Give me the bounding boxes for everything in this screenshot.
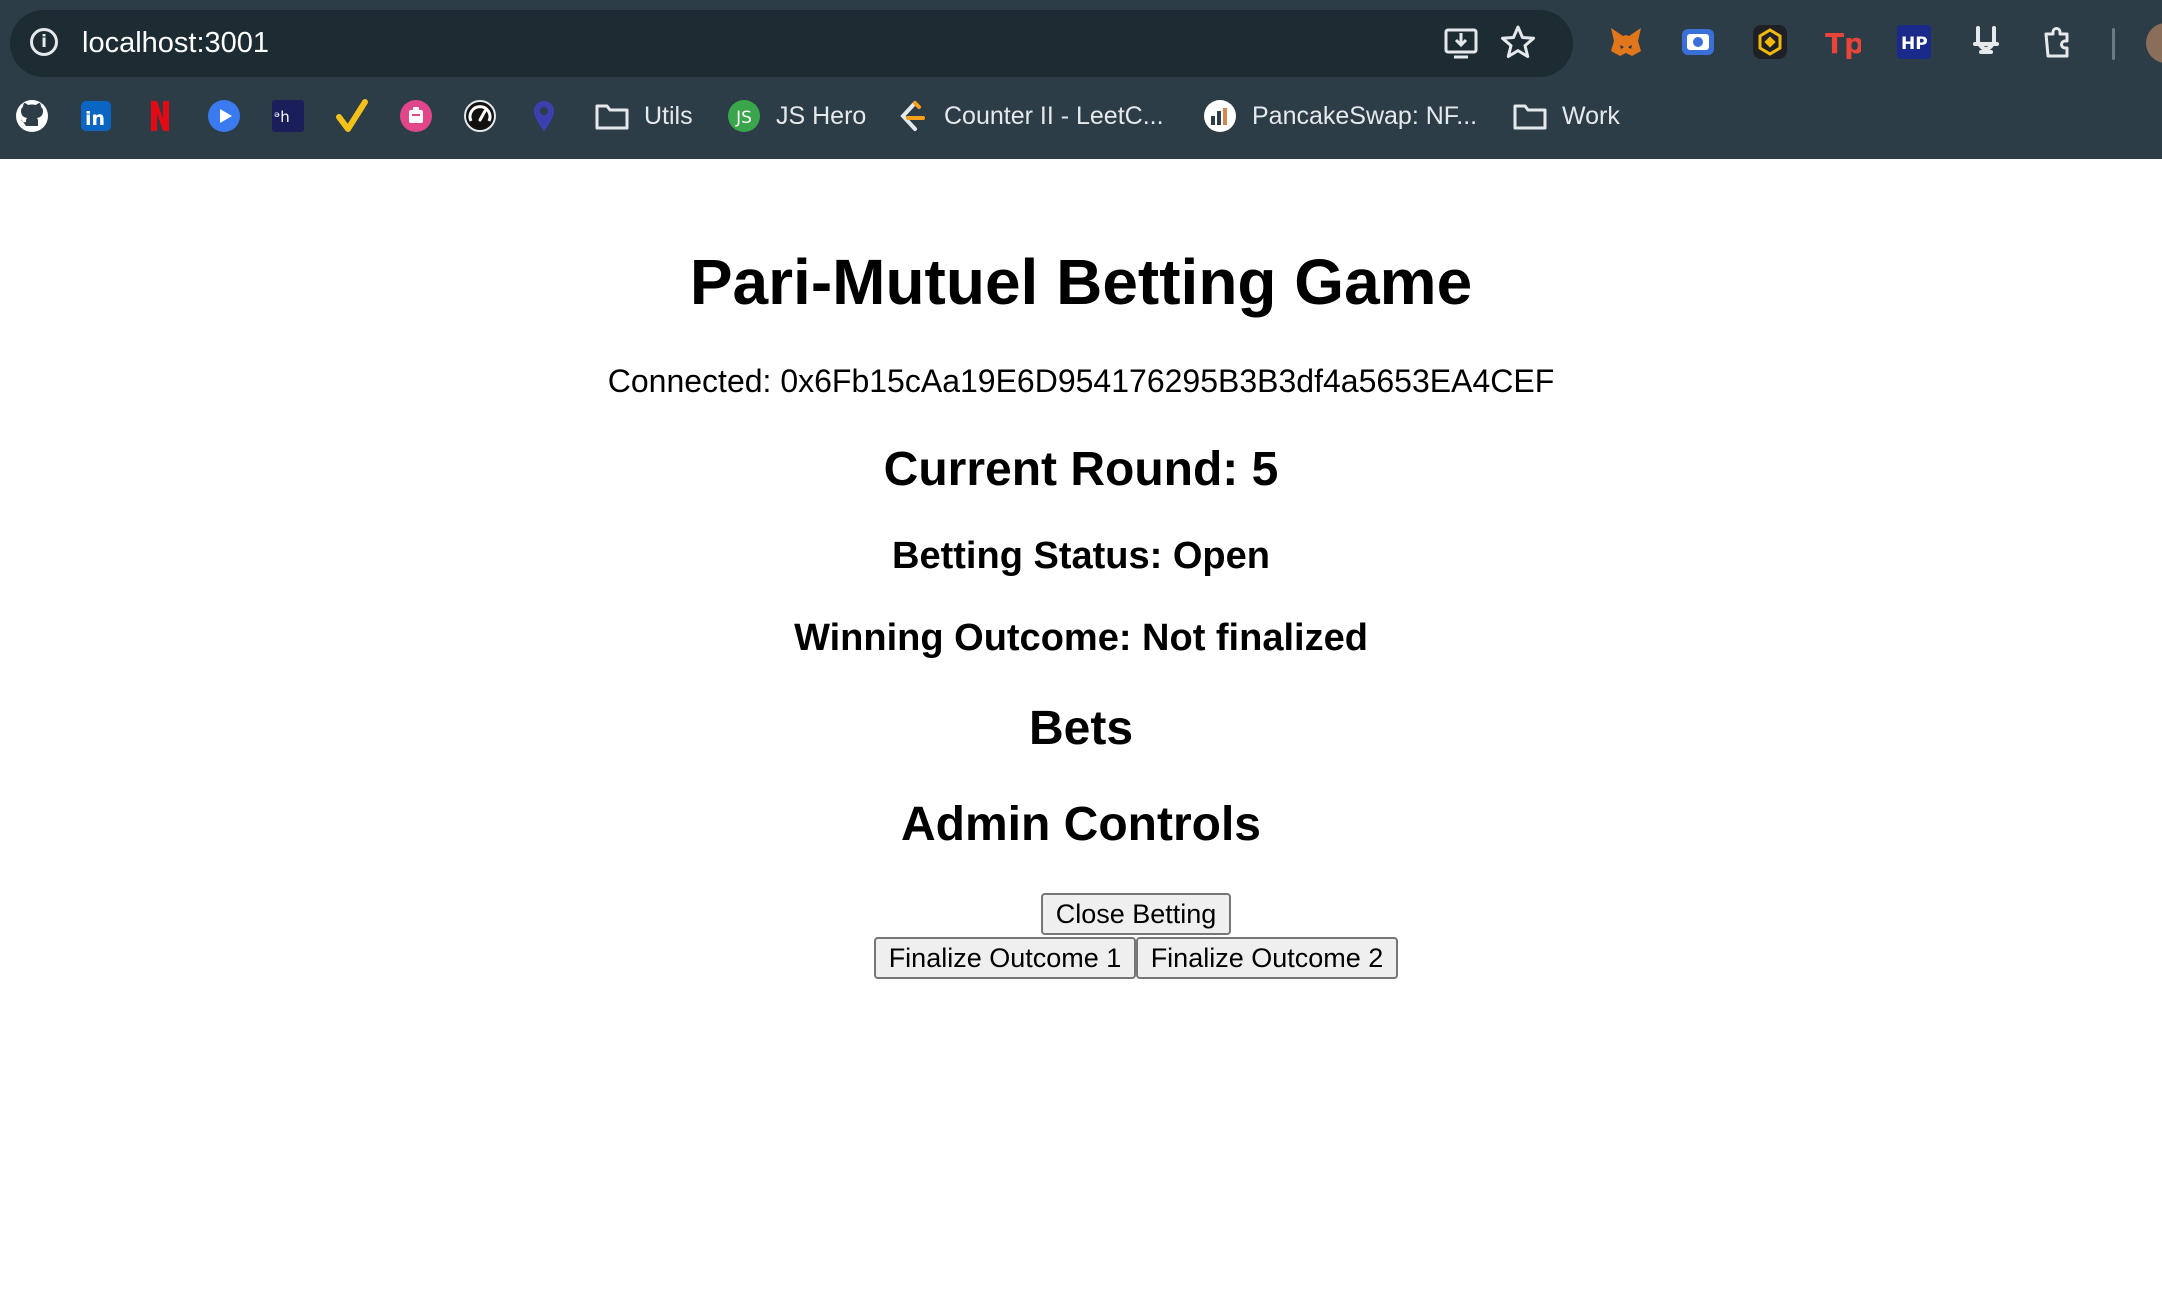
bookmark-label: Counter II - LeetC... bbox=[944, 101, 1164, 130]
check-icon[interactable] bbox=[334, 98, 370, 134]
pancakeswap-icon bbox=[1202, 98, 1238, 134]
browser-chrome: i localhost:3001 Tp HP in ᵊh Utils JS JS… bbox=[0, 0, 2162, 159]
page-title: Pari-Mutuel Betting Game bbox=[689, 246, 1473, 318]
folder-icon bbox=[594, 98, 630, 134]
netflix-icon[interactable] bbox=[142, 98, 178, 134]
linkedin-icon[interactable]: in bbox=[78, 98, 114, 134]
bookmark-leetcode[interactable]: Counter II - LeetC... bbox=[894, 96, 1164, 136]
clipboard-icon[interactable] bbox=[398, 98, 434, 134]
connected-account: Connected: 0x6Fb15cAa19E6D954176295B3B3d… bbox=[607, 363, 1555, 399]
extensions-puzzle-icon[interactable] bbox=[2038, 22, 2078, 62]
svg-text:in: in bbox=[85, 108, 105, 130]
dh-icon[interactable]: ᵊh bbox=[270, 98, 306, 134]
profile-avatar[interactable] bbox=[2146, 23, 2162, 63]
bookmark-js-hero[interactable]: JS JS Hero bbox=[726, 96, 866, 136]
bookmark-utils[interactable]: Utils bbox=[594, 96, 693, 136]
browser-toolbar: i localhost:3001 Tp HP bbox=[0, 0, 2162, 86]
bookmark-pancakeswap[interactable]: PancakeSwap: NF... bbox=[1202, 96, 1477, 136]
bookmark-work[interactable]: Work bbox=[1512, 96, 1620, 136]
winning-outcome: Winning Outcome: Not finalized bbox=[794, 617, 1368, 659]
github-icon[interactable] bbox=[14, 98, 50, 134]
info-icon[interactable]: i bbox=[30, 28, 58, 56]
metamask-icon[interactable] bbox=[1606, 22, 1646, 62]
bookmarks-bar: in ᵊh Utils JS JS Hero Counter II - Leet… bbox=[0, 96, 2162, 140]
play-icon[interactable] bbox=[206, 98, 242, 134]
bookmark-label: Work bbox=[1562, 101, 1620, 130]
svg-text:Tp: Tp bbox=[1825, 27, 1861, 59]
bunny-icon[interactable] bbox=[1966, 22, 2006, 62]
binance-wallet-icon[interactable] bbox=[1750, 22, 1790, 62]
svg-text:ᵊh: ᵊh bbox=[274, 108, 290, 126]
toolbar-divider bbox=[2112, 28, 2115, 60]
svg-text:HP: HP bbox=[1901, 34, 1928, 54]
install-app-icon[interactable] bbox=[1442, 23, 1482, 63]
js-icon-text: JS bbox=[735, 108, 752, 128]
current-round: Current Round: 5 bbox=[883, 443, 1279, 496]
folder-icon bbox=[1512, 98, 1548, 134]
hp-icon[interactable]: HP bbox=[1894, 22, 1934, 62]
page-content: Pari-Mutuel Betting Game Connected: 0x6F… bbox=[0, 159, 2162, 1316]
bookmark-star-icon[interactable] bbox=[1498, 23, 1538, 63]
bookmark-label: Utils bbox=[644, 101, 693, 130]
finalize-outcome-2-button[interactable]: Finalize Outcome 2 bbox=[1136, 937, 1398, 979]
admin-controls-heading: Admin Controls bbox=[901, 798, 1261, 851]
js-icon: JS bbox=[726, 98, 762, 134]
address-bar[interactable]: i localhost:3001 bbox=[10, 10, 1573, 77]
finalize-outcome-1-button[interactable]: Finalize Outcome 1 bbox=[874, 937, 1136, 979]
close-betting-button[interactable]: Close Betting bbox=[1041, 893, 1231, 935]
speedometer-icon[interactable] bbox=[462, 98, 498, 134]
bookmark-label: JS Hero bbox=[776, 101, 867, 130]
location-pin-icon[interactable] bbox=[526, 98, 562, 134]
leetcode-icon bbox=[894, 98, 930, 134]
tp-icon[interactable]: Tp bbox=[1822, 22, 1862, 62]
url-text[interactable]: localhost:3001 bbox=[82, 26, 269, 60]
betting-status: Betting Status: Open bbox=[892, 535, 1270, 577]
bets-heading: Bets bbox=[1028, 702, 1134, 755]
bookmark-label: PancakeSwap: NF... bbox=[1252, 101, 1478, 130]
screen-recorder-icon[interactable] bbox=[1678, 22, 1718, 62]
